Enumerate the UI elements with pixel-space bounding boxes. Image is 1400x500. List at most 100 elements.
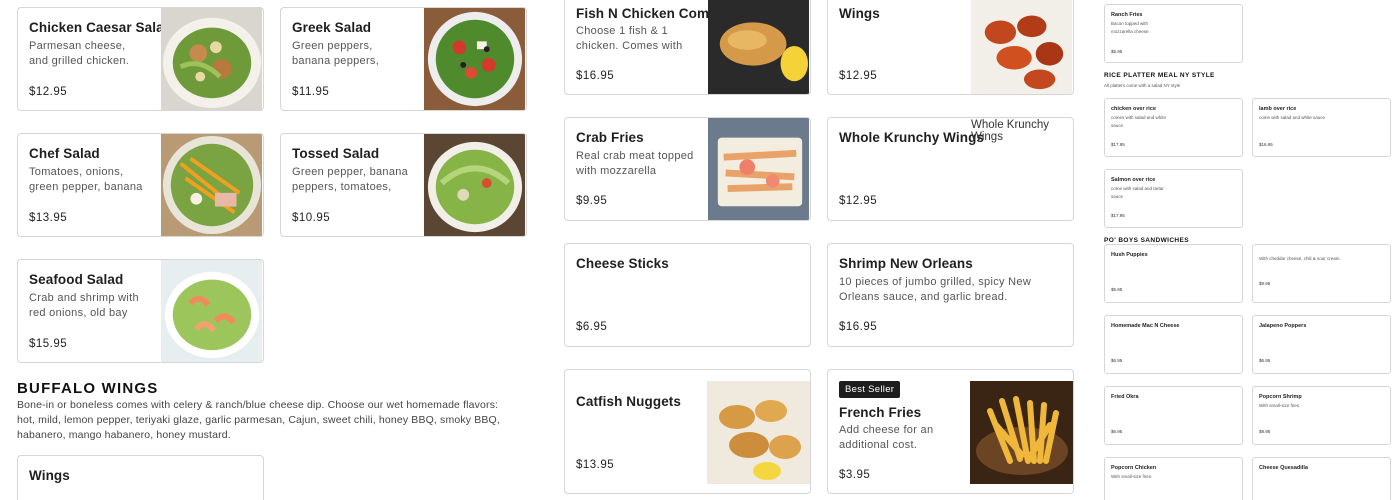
item-name: Greek Salad [292, 20, 372, 35]
mini-item-price: $6.95 [1259, 358, 1271, 363]
mini-item-ranch-fries[interactable]: Ranch Fries Bacon topped with mozzarella… [1104, 4, 1243, 63]
mini-item-desc: With small-size fries. [1259, 403, 1301, 408]
mini-item-popcorn-chicken[interactable]: Popcorn Chicken With small-size fries. [1104, 457, 1243, 500]
mini-item-salmon-over-rice[interactable]: Salmon over rice come with salad and tar… [1104, 169, 1243, 228]
item-price: $15.95 [29, 338, 68, 350]
item-description: Green pepper, banana peppers, tomatoes, … [292, 166, 409, 197]
wings-image [970, 0, 1073, 94]
item-name: Crab Fries [576, 130, 644, 145]
mini-item-name: Salmon over rice [1111, 177, 1156, 183]
menu-item-french-fries[interactable]: Best Seller French Fries Add cheese for … [827, 369, 1074, 494]
catfish-nuggets-image [707, 381, 810, 484]
item-name: French Fries [839, 405, 922, 420]
item-description: Green peppers, banana peppers, tomatoes,… [292, 40, 385, 71]
mini-item-name: Fried Okra [1111, 394, 1139, 400]
broken-image-alt: Whole Krunchy Wings [971, 119, 1049, 143]
mini-item-chili-cheese[interactable]: With cheddar cheese, chili & sour cream.… [1252, 244, 1391, 303]
mini-item-name: Cheese Quesadilla [1259, 465, 1308, 471]
menu-item-catfish-nuggets[interactable]: Catfish Nuggets $13.95 [564, 369, 811, 494]
mini-item-popcorn-shrimp[interactable]: Popcorn Shrimp With small-size fries. $9… [1252, 386, 1391, 445]
item-price: $10.95 [292, 212, 331, 224]
item-price: $3.95 [839, 469, 871, 481]
item-name: Seafood Salad [29, 272, 124, 287]
item-price: $13.95 [576, 459, 615, 471]
mini-item-name: Jalapeno Poppers [1259, 323, 1307, 329]
mini-item-desc: Bacon topped with mozzarella cheese. [1111, 21, 1150, 34]
mini-item-price: $6.95 [1111, 358, 1123, 363]
french-fries-image [970, 381, 1073, 484]
item-price: $9.95 [576, 195, 608, 207]
caesar-salad-image [160, 8, 263, 110]
menu-item-crab-fries[interactable]: Crab Fries Real crab meat topped with mo… [564, 117, 811, 221]
mini-item-hush-puppies[interactable]: Hush Puppies $5.95 [1104, 244, 1243, 303]
mini-item-name: Homemade Mac N Cheese [1111, 323, 1180, 329]
mini-item-price: $9.95 [1259, 281, 1271, 286]
mini-section-title-rice: RICE PLATTER MEAL NY STYLE [1104, 72, 1215, 79]
item-name: Tossed Salad [292, 146, 380, 161]
item-name: Shrimp New Orleans [839, 256, 973, 271]
item-price: $12.95 [839, 195, 878, 207]
mini-item-name: Popcorn Shrimp [1259, 394, 1302, 400]
mini-item-price: $5.95 [1111, 49, 1123, 54]
mini-item-name: Popcorn Chicken [1111, 465, 1157, 471]
menu-item-greek-salad[interactable]: Greek Salad Green peppers, banana pepper… [280, 7, 527, 111]
mini-item-desc: come with salad and tartar sauce [1111, 186, 1164, 199]
item-name: Fish N Chicken Combo [576, 6, 726, 21]
mini-item-desc: come with salad and white sauce [1259, 115, 1326, 120]
item-price: $16.95 [839, 321, 878, 333]
item-price: $16.95 [576, 70, 615, 82]
menu-item-shrimp-new-orleans[interactable]: Shrimp New Orleans 10 pieces of jumbo gr… [827, 243, 1074, 347]
seafood-salad-image [160, 260, 263, 362]
mini-item-mac-n-cheese[interactable]: Homemade Mac N Cheese $6.95 [1104, 315, 1243, 374]
menu-item-fish-n-chicken-combo[interactable]: Fish N Chicken Combo Choose 1 fish & 1 c… [564, 0, 811, 95]
menu-item-tossed-salad[interactable]: Tossed Salad Green pepper, banana pepper… [280, 133, 527, 237]
item-price: $13.95 [29, 212, 68, 224]
mini-item-name: chicken over rice [1111, 106, 1156, 112]
fish-chicken-image [707, 0, 810, 94]
item-price: $6.95 [576, 321, 608, 333]
mini-section-subtitle-rice: All platters come with a salad NY style [1104, 83, 1181, 88]
mini-item-price: $17.95 [1111, 213, 1125, 218]
mini-item-chicken-over-rice[interactable]: chicken over rice comes with salad and w… [1104, 98, 1243, 157]
item-price: $11.95 [292, 86, 330, 98]
item-description: Real crab meat topped with mozzarella ch… [576, 150, 694, 181]
section-title-buffalo-wings: BUFFALO WINGS [17, 380, 159, 397]
mini-item-price: $16.95 [1259, 142, 1273, 147]
menu-item-seafood-salad[interactable]: Seafood Salad Crab and shrimp with red o… [17, 259, 264, 363]
tossed-salad-image [423, 134, 526, 236]
mini-item-lamb-over-rice[interactable]: lamb over rice come with salad and white… [1252, 98, 1391, 157]
mini-item-price: $6.95 [1111, 429, 1123, 434]
item-name: Whole Krunchy Wings [839, 130, 985, 145]
item-name: Wings [29, 468, 70, 483]
menu-item-whole-krunchy-wings[interactable]: Whole Krunchy Wings $12.95 Whole Krunchy… [827, 117, 1074, 221]
mini-item-price: $17.95 [1111, 142, 1125, 147]
section-description: Bone-in or boneless comes with celery & … [17, 399, 500, 441]
menu-item-wings-bottom[interactable]: Wings [17, 455, 264, 500]
menu-item-chicken-caesar-salad[interactable]: Chicken Caesar Salad Parmesan cheese, an… [17, 7, 264, 111]
item-description: Tomatoes, onions, green pepper, banana p… [29, 166, 143, 197]
mini-item-cheese-quesadilla[interactable]: Cheese Quesadilla [1252, 457, 1391, 500]
item-description: Parmesan cheese, and grilled chicken. [29, 40, 130, 67]
item-description: Crab and shrimp with red onions, old bay… [29, 292, 139, 323]
mini-item-name: Ranch Fries [1111, 12, 1143, 18]
mini-item-jalapeno-poppers[interactable]: Jalapeno Poppers $6.95 [1252, 315, 1391, 374]
item-description: 10 pieces of jumbo grilled, spicy New Or… [839, 276, 1032, 303]
item-name: Catfish Nuggets [576, 394, 682, 409]
menu-item-cheese-sticks[interactable]: Cheese Sticks $6.95 [564, 243, 811, 347]
mini-item-desc: comes with salad and white sauce [1111, 115, 1167, 128]
item-description: Add cheese for an additional cost. [839, 424, 934, 451]
item-name: Cheese Sticks [576, 256, 669, 271]
crab-fries-image [707, 118, 810, 220]
item-description: Choose 1 fish & 1 chicken. Comes with fr… [576, 25, 683, 52]
menu-item-wings[interactable]: Wings $12.95 [827, 0, 1074, 95]
item-name: Chef Salad [29, 146, 100, 161]
best-seller-badge: Best Seller [839, 381, 901, 398]
mini-item-desc: With small-size fries. [1111, 474, 1153, 479]
item-price: $12.95 [839, 70, 878, 82]
mini-section-title-poboys: PO' BOYS SANDWICHES [1104, 237, 1189, 244]
mini-item-name: lamb over rice [1259, 106, 1297, 112]
mini-item-fried-okra[interactable]: Fried Okra $6.95 [1104, 386, 1243, 445]
mini-item-price: $5.95 [1111, 287, 1123, 292]
item-name: Chicken Caesar Salad [29, 20, 173, 35]
menu-item-chef-salad[interactable]: Chef Salad Tomatoes, onions, green peppe… [17, 133, 264, 237]
